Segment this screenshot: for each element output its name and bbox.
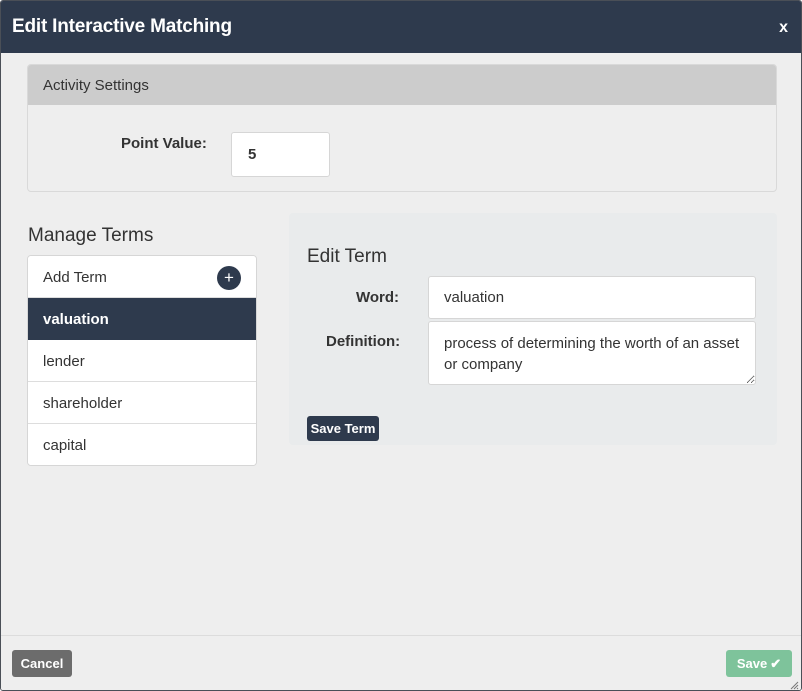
term-item-label: shareholder [43,395,123,412]
term-item-lender[interactable]: lender [28,340,256,382]
check-icon: ✔ [770,655,782,671]
point-value-input[interactable] [231,132,330,177]
add-term-label: Add Term [43,269,107,286]
save-label: Save [736,655,768,671]
term-item-label: valuation [43,311,109,328]
term-item-label: lender [43,353,85,370]
definition-label: Definition: [326,333,401,350]
edit-term-heading: Edit Term [307,246,387,267]
plus-icon[interactable]: + [217,266,241,290]
modal-footer: Cancel Save ✔ [1,635,801,690]
activity-settings-header: Activity Settings [28,65,776,105]
term-item-valuation[interactable]: valuation [28,298,256,340]
add-term-button[interactable]: Add Term + [28,256,256,298]
term-item-label: capital [43,437,87,454]
save-button[interactable]: Save ✔ [726,650,792,677]
point-value-label: Point Value: [121,135,207,152]
manage-terms-heading: Manage Terms [28,225,154,246]
definition-textarea[interactable]: process of determining the worth of an a… [428,321,756,385]
term-item-capital[interactable]: capital [28,424,256,465]
term-list: Add Term + valuation lender shareholder … [27,255,257,466]
modal-header: Edit Interactive Matching x [1,1,801,53]
resize-grip-icon[interactable] [789,680,799,690]
save-term-button[interactable]: Save Term [307,416,379,441]
word-input[interactable] [428,276,756,319]
activity-settings-panel: Activity Settings Point Value: [27,64,777,192]
word-label: Word: [356,289,400,306]
term-item-shareholder[interactable]: shareholder [28,382,256,424]
close-button[interactable]: x [779,19,788,37]
modal-title: Edit Interactive Matching [12,16,232,37]
activity-settings-heading: Activity Settings [43,77,149,94]
edit-matching-modal: Edit Interactive Matching x Activity Set… [0,0,802,691]
cancel-button[interactable]: Cancel [12,650,72,677]
edit-term-panel: Edit Term Word: Definition: process of d… [289,213,777,445]
